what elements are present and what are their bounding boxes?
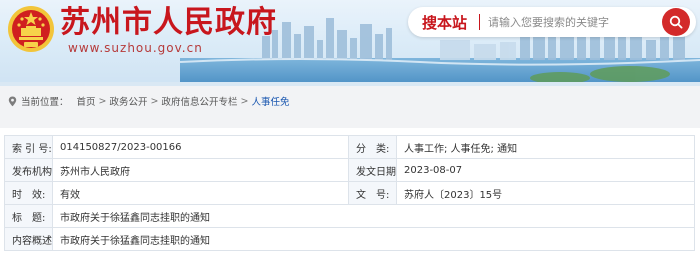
category-label: 分 类: [348, 135, 397, 159]
title-value: 市政府关于徐猛鑫同志挂职的通知 [52, 204, 695, 228]
search-button[interactable] [662, 8, 690, 36]
table-row: 索 引 号: 014150827/2023-00166 分 类: 人事工作; 人… [4, 135, 695, 159]
document-info-panel: 索 引 号: 014150827/2023-00166 分 类: 人事工作; 人… [0, 128, 700, 254]
search-icon [669, 15, 683, 29]
issue-date-value: 2023-08-07 [396, 158, 695, 182]
breadcrumb-current-link[interactable]: 人事任免 [251, 94, 289, 108]
search-box: 搜本站 [408, 7, 696, 37]
site-url: www.suzhou.gov.cn [68, 41, 203, 55]
breadcrumb-separator: > [98, 95, 107, 107]
summary-label: 内容概述: [4, 227, 53, 251]
site-header: 苏州市人民政府 www.suzhou.gov.cn 搜本站 [0, 0, 700, 86]
breadcrumb-home-link[interactable]: 首页 [77, 94, 96, 108]
issuer-value: 苏州市人民政府 [52, 158, 349, 182]
national-emblem-icon [8, 6, 54, 52]
breadcrumb-separator: > [150, 95, 159, 107]
validity-value: 有效 [52, 181, 349, 205]
table-row: 时 效: 有效 文 号: 苏府人〔2023〕15号 [4, 181, 695, 205]
breadcrumb: 当前位置： 首页 > 政务公开 > 政府信息公开专栏 > 人事任免 [0, 86, 700, 116]
issue-date-label: 发文日期: [348, 158, 397, 182]
document-number-value: 苏府人〔2023〕15号 [396, 181, 695, 205]
table-row: 发布机构: 苏州市人民政府 发文日期: 2023-08-07 [4, 158, 695, 182]
table-row: 内容概述: 市政府关于徐猛鑫同志挂职的通知 [4, 227, 695, 251]
index-number-label: 索 引 号: [4, 135, 53, 159]
document-number-label: 文 号: [348, 181, 397, 205]
document-info-table: 索 引 号: 014150827/2023-00166 分 类: 人事工作; 人… [4, 135, 695, 251]
index-number-value: 014150827/2023-00166 [52, 135, 349, 159]
breadcrumb-separator: > [240, 95, 249, 107]
search-scope-label: 搜本站 [422, 14, 468, 32]
table-row: 标 题: 市政府关于徐猛鑫同志挂职的通知 [4, 204, 695, 228]
title-label: 标 题: [4, 204, 53, 228]
category-value: 人事工作; 人事任免; 通知 [396, 135, 695, 159]
search-divider [479, 14, 480, 30]
site-title: 苏州市人民政府 [60, 5, 277, 40]
location-pin-icon [8, 96, 17, 107]
search-input[interactable] [484, 12, 658, 32]
issuer-label: 发布机构: [4, 158, 53, 182]
validity-label: 时 效: [4, 181, 53, 205]
summary-value: 市政府关于徐猛鑫同志挂职的通知 [52, 227, 695, 251]
breadcrumb-label: 当前位置： [21, 97, 69, 108]
breadcrumb-info-column-link[interactable]: 政府信息公开专栏 [161, 94, 237, 108]
breadcrumb-gov-affairs-link[interactable]: 政务公开 [110, 94, 148, 108]
